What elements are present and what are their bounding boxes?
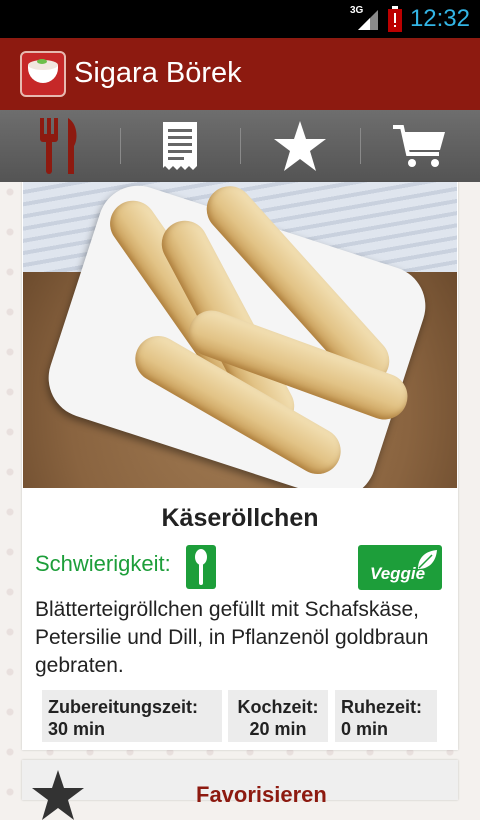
rest-time: Ruhezeit: 0 min (335, 690, 437, 742)
prep-time-value: 30 min (48, 719, 106, 739)
action-bar: Sigara Börek (0, 38, 480, 110)
rest-time-label: Ruhezeit: (341, 697, 422, 717)
difficulty-label: Schwierigkeit: (35, 551, 171, 576)
tab-bar (0, 110, 480, 182)
signal-icon (358, 10, 378, 30)
favorite-button[interactable]: Favorisieren (22, 760, 458, 820)
fork-knife-icon (40, 118, 77, 174)
tab-recipe[interactable] (0, 110, 120, 182)
recipe-card: Käseröllchen Schwierigkeit: Veggie Blätt… (22, 182, 458, 750)
tab-shopping-cart[interactable] (360, 110, 480, 182)
cook-time-label: Kochzeit: (237, 697, 319, 717)
prep-time-label: Zubereitungszeit: (48, 697, 199, 717)
recipe-photo (23, 182, 457, 488)
prep-time: Zubereitungszeit: 30 min (42, 690, 222, 742)
recipe-description: Blätterteigröllchen gefüllt mit Schafskä… (35, 598, 429, 677)
star-icon (32, 770, 84, 820)
leaf-icon (418, 550, 437, 569)
status-bar: 3G 12:32 (0, 0, 480, 38)
battery-alert-icon (388, 6, 402, 32)
page-title: Sigara Börek (74, 57, 242, 89)
recipe-title: Käseröllchen (161, 504, 319, 532)
cook-time-value: 20 min (249, 719, 307, 739)
star-icon (274, 121, 326, 171)
tab-ingredients[interactable] (120, 110, 240, 182)
tab-favorites[interactable] (240, 110, 360, 182)
clock: 12:32 (409, 5, 470, 32)
favorite-label: Favorisieren (196, 782, 327, 807)
cook-time: Kochzeit: 20 min (228, 690, 328, 742)
rest-time-value: 0 min (341, 719, 389, 739)
veggie-badge: Veggie (358, 545, 442, 590)
app-logo-icon[interactable] (20, 51, 66, 97)
spoon-icon (186, 545, 216, 589)
cart-icon (393, 125, 445, 167)
receipt-icon (163, 122, 197, 170)
